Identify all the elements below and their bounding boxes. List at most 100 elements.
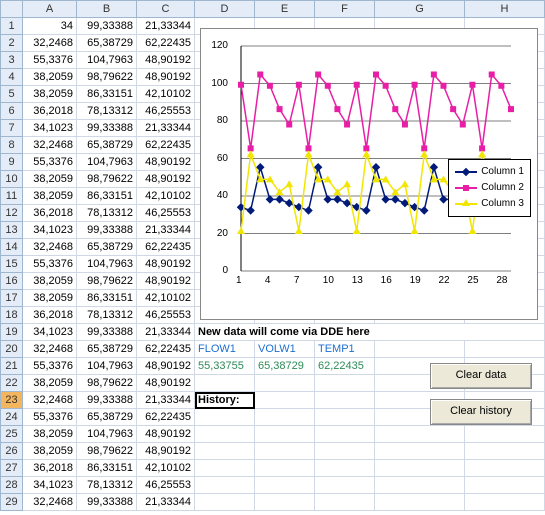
table-row[interactable]: 1934,102399,3338821,33344New data will c… bbox=[1, 324, 545, 341]
cell[interactable]: 99,33388 bbox=[77, 392, 137, 409]
cell[interactable]: 48,90192 bbox=[137, 375, 195, 392]
clear-data-button[interactable]: Clear data bbox=[430, 363, 532, 389]
clear-history-button[interactable]: Clear history bbox=[430, 399, 532, 425]
cell[interactable] bbox=[255, 460, 315, 477]
cell[interactable] bbox=[195, 460, 255, 477]
row-header[interactable]: 29 bbox=[1, 494, 23, 511]
cell[interactable]: 38,2059 bbox=[23, 426, 77, 443]
cell[interactable]: 104,7963 bbox=[77, 52, 137, 69]
row-header[interactable]: 27 bbox=[1, 460, 23, 477]
cell[interactable]: 65,38729 bbox=[77, 137, 137, 154]
cell[interactable]: 21,33344 bbox=[137, 120, 195, 137]
cell[interactable] bbox=[315, 494, 375, 511]
cell[interactable]: 55,3376 bbox=[23, 256, 77, 273]
cell[interactable] bbox=[255, 409, 315, 426]
cell[interactable]: 104,7963 bbox=[77, 426, 137, 443]
cell[interactable] bbox=[375, 341, 465, 358]
cell[interactable]: 32,2468 bbox=[23, 341, 77, 358]
cell[interactable] bbox=[195, 494, 255, 511]
cell[interactable]: 99,33388 bbox=[77, 222, 137, 239]
cell[interactable] bbox=[195, 426, 255, 443]
table-row[interactable]: 2638,205998,7962248,90192 bbox=[1, 443, 545, 460]
cell[interactable] bbox=[465, 443, 545, 460]
cell[interactable]: 48,90192 bbox=[137, 69, 195, 86]
cell[interactable]: 21,33344 bbox=[137, 222, 195, 239]
cell[interactable]: 38,2059 bbox=[23, 188, 77, 205]
cell[interactable] bbox=[315, 426, 375, 443]
cell[interactable] bbox=[255, 477, 315, 494]
row-header[interactable]: 12 bbox=[1, 205, 23, 222]
cell[interactable]: 104,7963 bbox=[77, 256, 137, 273]
cell[interactable] bbox=[315, 477, 375, 494]
cell[interactable]: 38,2059 bbox=[23, 86, 77, 103]
cell[interactable] bbox=[375, 494, 465, 511]
row-header[interactable]: 17 bbox=[1, 290, 23, 307]
cell[interactable]: 34,1023 bbox=[23, 222, 77, 239]
cell[interactable] bbox=[195, 477, 255, 494]
col-header[interactable]: G bbox=[375, 1, 465, 18]
cell[interactable]: 38,2059 bbox=[23, 171, 77, 188]
cell[interactable]: 62,22435 bbox=[137, 137, 195, 154]
cell[interactable] bbox=[255, 375, 315, 392]
cell[interactable]: 86,33151 bbox=[77, 86, 137, 103]
cell[interactable]: 38,2059 bbox=[23, 443, 77, 460]
cell[interactable]: 46,25553 bbox=[137, 205, 195, 222]
cell[interactable]: FLOW1 bbox=[195, 341, 255, 358]
row-header[interactable]: 6 bbox=[1, 103, 23, 120]
cell[interactable]: 42,10102 bbox=[137, 290, 195, 307]
cell[interactable]: 32,2468 bbox=[23, 35, 77, 52]
cell[interactable]: 48,90192 bbox=[137, 256, 195, 273]
row-header[interactable]: 1 bbox=[1, 18, 23, 35]
cell[interactable]: 86,33151 bbox=[77, 460, 137, 477]
cell[interactable]: 98,79622 bbox=[77, 171, 137, 188]
cell[interactable] bbox=[195, 409, 255, 426]
cell[interactable]: 36,2018 bbox=[23, 103, 77, 120]
column-header-row[interactable]: A B C D E F G H bbox=[1, 1, 545, 18]
cell[interactable]: 21,33344 bbox=[137, 494, 195, 511]
row-header[interactable]: 15 bbox=[1, 256, 23, 273]
cell[interactable]: 42,10102 bbox=[137, 188, 195, 205]
table-row[interactable]: 2932,246899,3338821,33344 bbox=[1, 494, 545, 511]
cell[interactable]: 62,22435 bbox=[137, 35, 195, 52]
cell[interactable] bbox=[315, 443, 375, 460]
row-header[interactable]: 13 bbox=[1, 222, 23, 239]
cell[interactable]: 62,22435 bbox=[137, 341, 195, 358]
cell[interactable] bbox=[195, 375, 255, 392]
cell[interactable]: 32,2468 bbox=[23, 392, 77, 409]
row-header[interactable]: 23 bbox=[1, 392, 23, 409]
cell[interactable]: 48,90192 bbox=[137, 52, 195, 69]
row-header[interactable]: 19 bbox=[1, 324, 23, 341]
cell[interactable]: 32,2468 bbox=[23, 494, 77, 511]
cell[interactable]: 46,25553 bbox=[137, 307, 195, 324]
cell[interactable]: 55,3376 bbox=[23, 52, 77, 69]
row-header[interactable]: 22 bbox=[1, 375, 23, 392]
cell[interactable]: New data will come via DDE here bbox=[195, 324, 545, 341]
row-header[interactable]: 18 bbox=[1, 307, 23, 324]
cell[interactable]: 99,33388 bbox=[77, 120, 137, 137]
cell[interactable]: 42,10102 bbox=[137, 460, 195, 477]
cell[interactable] bbox=[465, 477, 545, 494]
cell[interactable] bbox=[255, 494, 315, 511]
table-row[interactable]: 2032,246865,3872962,22435FLOW1VOLW1TEMP1 bbox=[1, 341, 545, 358]
cell[interactable]: 42,10102 bbox=[137, 86, 195, 103]
cell[interactable]: 55,33755 bbox=[195, 358, 255, 375]
col-header[interactable]: D bbox=[195, 1, 255, 18]
col-header[interactable]: A bbox=[23, 1, 77, 18]
cell[interactable] bbox=[315, 375, 375, 392]
cell[interactable]: 65,38729 bbox=[77, 239, 137, 256]
cell[interactable]: 48,90192 bbox=[137, 273, 195, 290]
cell[interactable]: 46,25553 bbox=[137, 477, 195, 494]
table-row[interactable]: 2736,201886,3315142,10102 bbox=[1, 460, 545, 477]
cell[interactable]: 98,79622 bbox=[77, 375, 137, 392]
cell[interactable]: 34,1023 bbox=[23, 477, 77, 494]
col-header[interactable]: B bbox=[77, 1, 137, 18]
select-all-corner[interactable] bbox=[1, 1, 23, 18]
cell[interactable] bbox=[465, 341, 545, 358]
cell[interactable] bbox=[255, 392, 315, 409]
cell[interactable]: 86,33151 bbox=[77, 188, 137, 205]
cell[interactable]: 55,3376 bbox=[23, 409, 77, 426]
table-row[interactable]: 2538,2059104,796348,90192 bbox=[1, 426, 545, 443]
row-header[interactable]: 5 bbox=[1, 86, 23, 103]
col-header[interactable]: C bbox=[137, 1, 195, 18]
row-header[interactable]: 9 bbox=[1, 154, 23, 171]
